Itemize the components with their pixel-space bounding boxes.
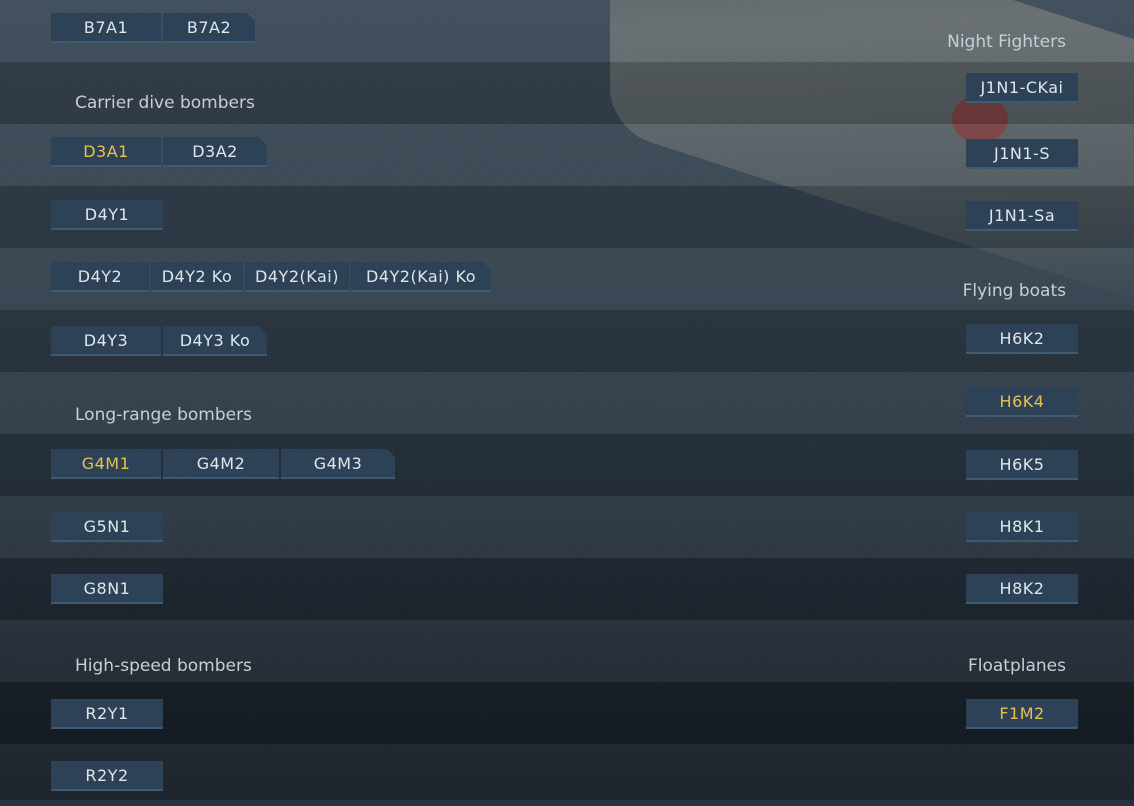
vehicle-d4y2[interactable]: D4Y2 — [51, 262, 149, 292]
row-stripe — [0, 744, 1134, 806]
vehicle-f1m2[interactable]: F1M2 — [966, 699, 1078, 729]
vehicle-r2y1[interactable]: R2Y1 — [51, 699, 163, 729]
row-stripe — [0, 496, 1134, 558]
vehicle-d4y3[interactable]: D4Y3 — [51, 326, 161, 356]
vehicle-h6k2[interactable]: H6K2 — [966, 324, 1078, 354]
vehicle-d3a1[interactable]: D3A1 — [51, 137, 161, 167]
section-heading-flying-boats: Flying boats — [962, 281, 1066, 301]
vehicle-g4m3[interactable]: G4M3 — [281, 449, 395, 479]
vehicle-b7a1[interactable]: B7A1 — [51, 13, 161, 43]
vehicle-g8n1[interactable]: G8N1 — [51, 574, 163, 604]
section-heading-floatplanes: Floatplanes — [967, 656, 1066, 676]
vehicle-g4m2[interactable]: G4M2 — [163, 449, 279, 479]
vehicle-d3a2[interactable]: D3A2 — [163, 137, 267, 167]
vehicle-j1n1-ckai[interactable]: J1N1-CKai — [966, 73, 1078, 103]
vehicle-h6k4[interactable]: H6K4 — [966, 387, 1078, 417]
vehicle-b7a2[interactable]: B7A2 — [163, 13, 255, 43]
section-heading-carrier-dive-bombers: Carrier dive bombers — [75, 93, 255, 113]
vehicle-d4y3-ko[interactable]: D4Y3 Ko — [163, 326, 267, 356]
row-stripe — [0, 558, 1134, 620]
row-stripe — [0, 682, 1134, 744]
vehicle-d4y2-kai-ko[interactable]: D4Y2(Kai) Ko — [351, 262, 491, 292]
row-stripe — [0, 186, 1134, 248]
vehicle-d4y2-ko[interactable]: D4Y2 Ko — [151, 262, 243, 292]
section-heading-high-speed-bombers: High-speed bombers — [75, 656, 252, 676]
vehicle-h6k5[interactable]: H6K5 — [966, 450, 1078, 480]
vehicle-g5n1[interactable]: G5N1 — [51, 512, 163, 542]
vehicle-j1n1-sa[interactable]: J1N1-Sa — [966, 201, 1078, 231]
d3a-group: D3A1 D3A2 — [51, 137, 269, 169]
vehicle-d4y1[interactable]: D4Y1 — [51, 200, 163, 230]
section-heading-long-range-bombers: Long-range bombers — [75, 405, 252, 425]
vehicle-r2y2[interactable]: R2Y2 — [51, 761, 163, 791]
d4y3-group: D4Y3 D4Y3 Ko — [51, 326, 269, 358]
section-heading-night-fighters: Night Fighters — [947, 32, 1066, 52]
vehicle-g4m1[interactable]: G4M1 — [51, 449, 161, 479]
vehicle-j1n1-s[interactable]: J1N1-S — [966, 139, 1078, 169]
g4m-group: G4M1 G4M2 G4M3 — [51, 449, 397, 481]
b7a-group: B7A1 B7A2 — [51, 13, 257, 45]
vehicle-h8k2[interactable]: H8K2 — [966, 574, 1078, 604]
vehicle-d4y2-kai[interactable]: D4Y2(Kai) — [245, 262, 349, 292]
d4y2-group: D4Y2 D4Y2 Ko D4Y2(Kai) D4Y2(Kai) Ko — [51, 262, 493, 294]
vehicle-h8k1[interactable]: H8K1 — [966, 512, 1078, 542]
